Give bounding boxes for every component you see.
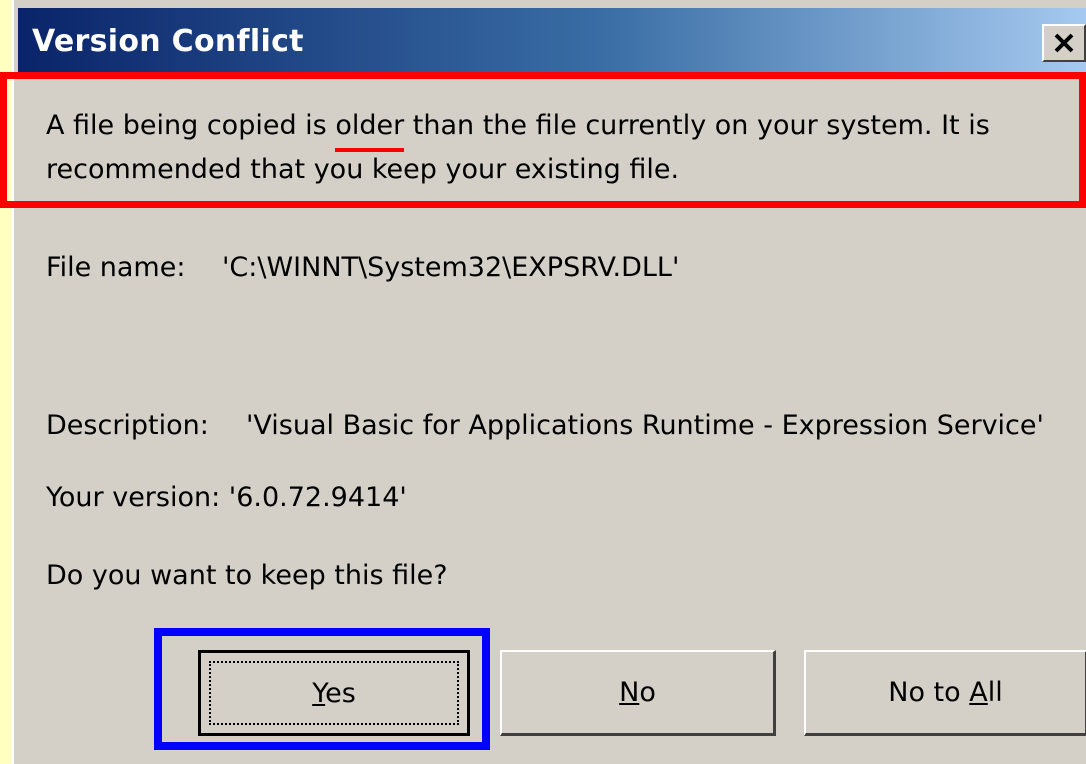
title-bar: Version Conflict xyxy=(18,8,1086,76)
no-to-all-label: No to All xyxy=(888,677,1003,708)
conflict-message: A file being copied is older than the fi… xyxy=(46,104,1086,192)
description-label: Description: xyxy=(46,410,209,441)
window-title: Version Conflict xyxy=(32,24,304,59)
no-label: No xyxy=(619,677,656,708)
yes-label: Yes xyxy=(312,677,356,709)
description-value: 'Visual Basic for Applications Runtime -… xyxy=(246,410,1044,441)
version-conflict-dialog: Version Conflict A file being copied is … xyxy=(12,0,1086,764)
keep-file-question: Do you want to keep this file? xyxy=(46,560,448,591)
file-name-row: File name: 'C:\WINNT\System32\EXPSRV.DLL' xyxy=(46,252,679,283)
no-button[interactable]: No xyxy=(500,650,776,736)
description-row: Description: 'Visual Basic for Applicatio… xyxy=(46,404,1046,452)
file-name-label: File name: xyxy=(46,252,186,283)
close-icon xyxy=(1054,33,1074,53)
message-emphasis-older: older xyxy=(335,104,404,152)
close-button[interactable] xyxy=(1042,24,1086,62)
message-part-1: A file being copied is xyxy=(46,110,336,141)
file-name-value: 'C:\WINNT\System32\EXPSRV.DLL' xyxy=(222,252,680,283)
version-row: Your version: '6.0.72.9414' xyxy=(46,482,407,513)
yes-button[interactable]: Yes xyxy=(198,650,470,736)
no-to-all-button[interactable]: No to All xyxy=(804,650,1086,736)
focus-rectangle: Yes xyxy=(209,661,459,725)
